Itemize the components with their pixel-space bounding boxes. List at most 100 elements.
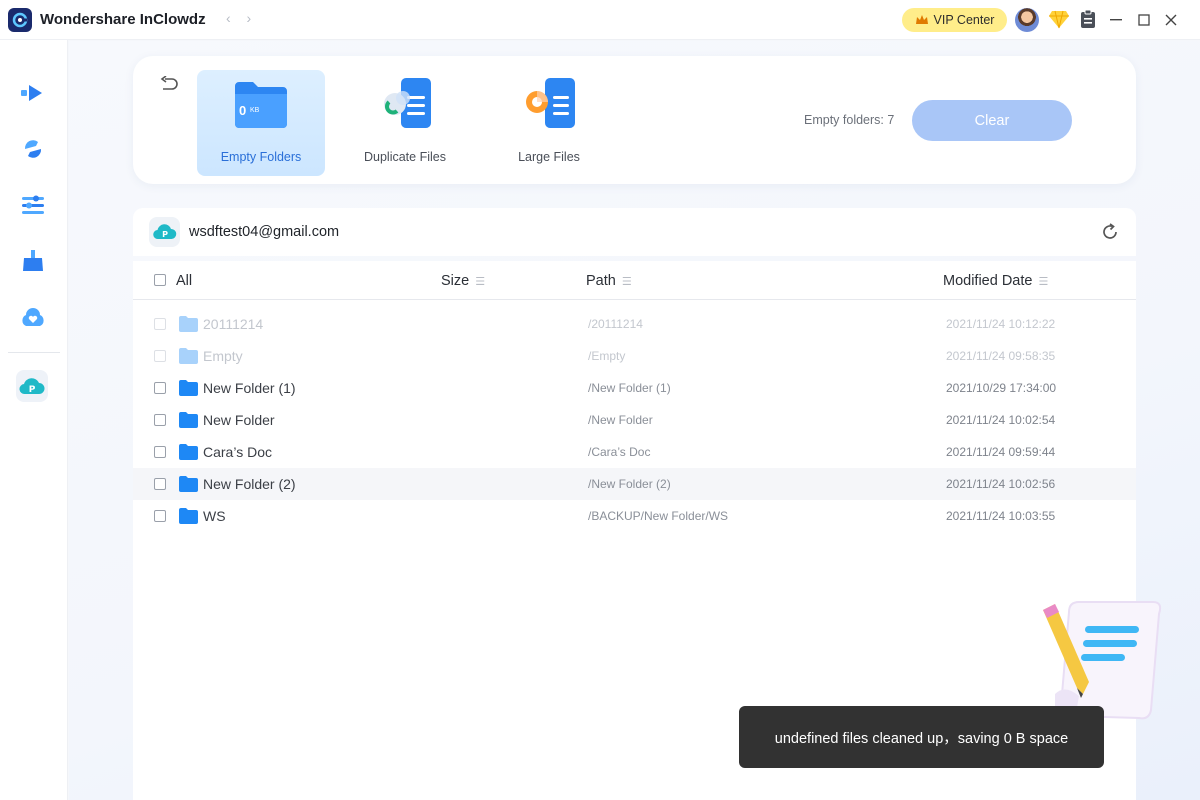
sidebar-item-cloud[interactable] xyxy=(20,304,46,330)
row-date: 2021/11/24 10:12:22 xyxy=(946,317,1056,331)
sort-icon: ☰ xyxy=(1038,275,1049,288)
vip-center-button[interactable]: VIP Center xyxy=(902,8,1007,32)
diamond-icon[interactable] xyxy=(1048,9,1070,34)
broom-icon xyxy=(23,250,43,271)
folder-icon xyxy=(179,380,198,401)
close-icon[interactable] xyxy=(1165,13,1177,31)
row-checkbox[interactable] xyxy=(154,382,166,394)
folder-icon xyxy=(179,316,198,337)
svg-text:P: P xyxy=(29,385,36,395)
tool-duplicate-files[interactable]: Duplicate Files xyxy=(341,70,469,176)
row-date: 2021/11/24 09:59:44 xyxy=(946,445,1056,459)
column-path[interactable]: Path ☰ xyxy=(586,273,632,289)
folder-icon xyxy=(179,444,198,465)
row-checkbox[interactable] xyxy=(154,414,166,426)
column-size-label: Size xyxy=(441,273,470,289)
tool-duplicate-files-label: Duplicate Files xyxy=(364,150,446,164)
folder-size-icon: 0 KB xyxy=(231,76,291,132)
table-row[interactable]: 20111214 /20111214 2021/11/24 10:12:22 xyxy=(133,308,1136,340)
table-row[interactable]: WS /BACKUP/New Folder/WS 2021/11/24 10:0… xyxy=(133,500,1136,532)
filter-icon xyxy=(22,195,44,214)
row-path: /20111214 xyxy=(588,317,643,331)
column-path-label: Path xyxy=(586,273,616,289)
large-files-icon xyxy=(519,76,579,132)
folder-icon xyxy=(179,508,198,529)
sidebar: P xyxy=(0,40,68,800)
vip-center-label: VIP Center xyxy=(933,13,995,27)
refresh-icon[interactable] xyxy=(1101,223,1119,246)
minimize-icon[interactable] xyxy=(1110,11,1122,32)
maximize-icon[interactable] xyxy=(1138,13,1150,31)
cloud-heart-icon xyxy=(22,308,44,326)
table-row[interactable]: Cara’s Doc /Cara’s Doc 2021/11/24 09:59:… xyxy=(133,436,1136,468)
title-bar: Wondershare InClowdz ‹ › VIP Center xyxy=(0,0,1200,40)
folder-icon xyxy=(179,412,198,433)
table-row[interactable]: New Folder (2) /New Folder (2) 2021/11/2… xyxy=(133,468,1136,500)
folder-icon xyxy=(179,476,198,497)
row-checkbox[interactable] xyxy=(154,446,166,458)
row-name: Cara’s Doc xyxy=(203,444,272,460)
arrow-right-icon xyxy=(21,85,42,101)
row-date: 2021/10/29 17:34:00 xyxy=(946,381,1057,395)
row-name: Empty xyxy=(203,348,243,364)
empty-folders-count: Empty folders: 7 xyxy=(804,113,895,127)
crown-icon xyxy=(915,15,928,24)
tool-empty-folders[interactable]: 0 KB Empty Folders xyxy=(197,70,325,176)
column-all: All xyxy=(176,273,192,289)
tool-card: 0 KB Empty Folders Duplicate Files Large… xyxy=(133,56,1136,184)
sidebar-item-pcloud[interactable]: P xyxy=(16,370,48,402)
row-date: 2021/11/24 10:03:55 xyxy=(946,509,1056,523)
folder-size-value: 0 xyxy=(239,103,247,118)
row-name: 20111214 xyxy=(203,316,264,332)
tool-empty-folders-label: Empty Folders xyxy=(220,150,302,164)
tool-large-files-label: Large Files xyxy=(518,150,580,164)
pcloud-account-icon: P xyxy=(149,217,180,247)
select-all-checkbox[interactable] xyxy=(154,274,166,286)
row-path: /Cara’s Doc xyxy=(588,445,651,459)
sidebar-item-cleanup[interactable] xyxy=(20,248,46,274)
folder-size-unit: KB xyxy=(250,107,260,114)
table-row[interactable]: New Folder (1) /New Folder (1) 2021/10/2… xyxy=(133,372,1136,404)
row-path: /New Folder xyxy=(588,413,653,427)
column-all-label: All xyxy=(176,273,193,289)
row-checkbox xyxy=(154,350,166,362)
row-path: /BACKUP/New Folder/WS xyxy=(588,509,729,523)
sort-icon: ☰ xyxy=(621,275,632,288)
row-name: New Folder xyxy=(203,412,275,428)
tool-large-files[interactable]: Large Files xyxy=(485,70,613,176)
row-path: /New Folder (2) xyxy=(588,477,671,491)
app-logo-icon xyxy=(8,8,32,32)
row-checkbox xyxy=(154,318,166,330)
row-date: 2021/11/24 10:02:56 xyxy=(946,477,1056,491)
sidebar-item-filter[interactable] xyxy=(20,192,46,218)
back-icon[interactable] xyxy=(160,75,178,97)
svg-text:P: P xyxy=(162,230,168,239)
account-email: wsdftest04@gmail.com xyxy=(189,224,340,240)
clear-button[interactable]: Clear xyxy=(912,100,1072,141)
table-header: All Size ☰ Path ☰ Modified Date ☰ xyxy=(133,261,1136,300)
row-path: /New Folder (1) xyxy=(588,381,671,395)
column-size[interactable]: Size ☰ xyxy=(441,273,485,289)
row-date: 2021/11/24 10:02:54 xyxy=(946,413,1056,427)
row-checkbox[interactable] xyxy=(154,478,166,490)
sidebar-item-migration[interactable] xyxy=(20,80,46,106)
row-name: WS xyxy=(203,508,226,524)
row-name: New Folder (1) xyxy=(203,380,296,396)
sidebar-item-sync[interactable] xyxy=(20,136,46,162)
avatar[interactable] xyxy=(1015,8,1039,32)
table-row[interactable]: Empty /Empty 2021/11/24 09:58:35 xyxy=(133,340,1136,372)
row-name: New Folder (2) xyxy=(203,476,296,492)
row-checkbox[interactable] xyxy=(154,510,166,522)
row-date: 2021/11/24 09:58:35 xyxy=(946,349,1056,363)
sidebar-divider xyxy=(8,352,60,353)
row-path: /Empty xyxy=(588,349,626,363)
account-bar: P wsdftest04@gmail.com xyxy=(133,208,1136,256)
duplicate-files-icon xyxy=(375,76,435,132)
toast-message: undefined files cleaned up，saving 0 B sp… xyxy=(739,706,1104,768)
pcloud-icon: P xyxy=(19,378,45,395)
nav-arrows[interactable]: ‹ › xyxy=(226,10,257,26)
table-row[interactable]: New Folder /New Folder 2021/11/24 10:02:… xyxy=(133,404,1136,436)
clipboard-icon[interactable] xyxy=(1080,9,1096,34)
column-modified-date[interactable]: Modified Date ☰ xyxy=(943,273,1048,289)
sort-icon: ☰ xyxy=(475,275,486,288)
